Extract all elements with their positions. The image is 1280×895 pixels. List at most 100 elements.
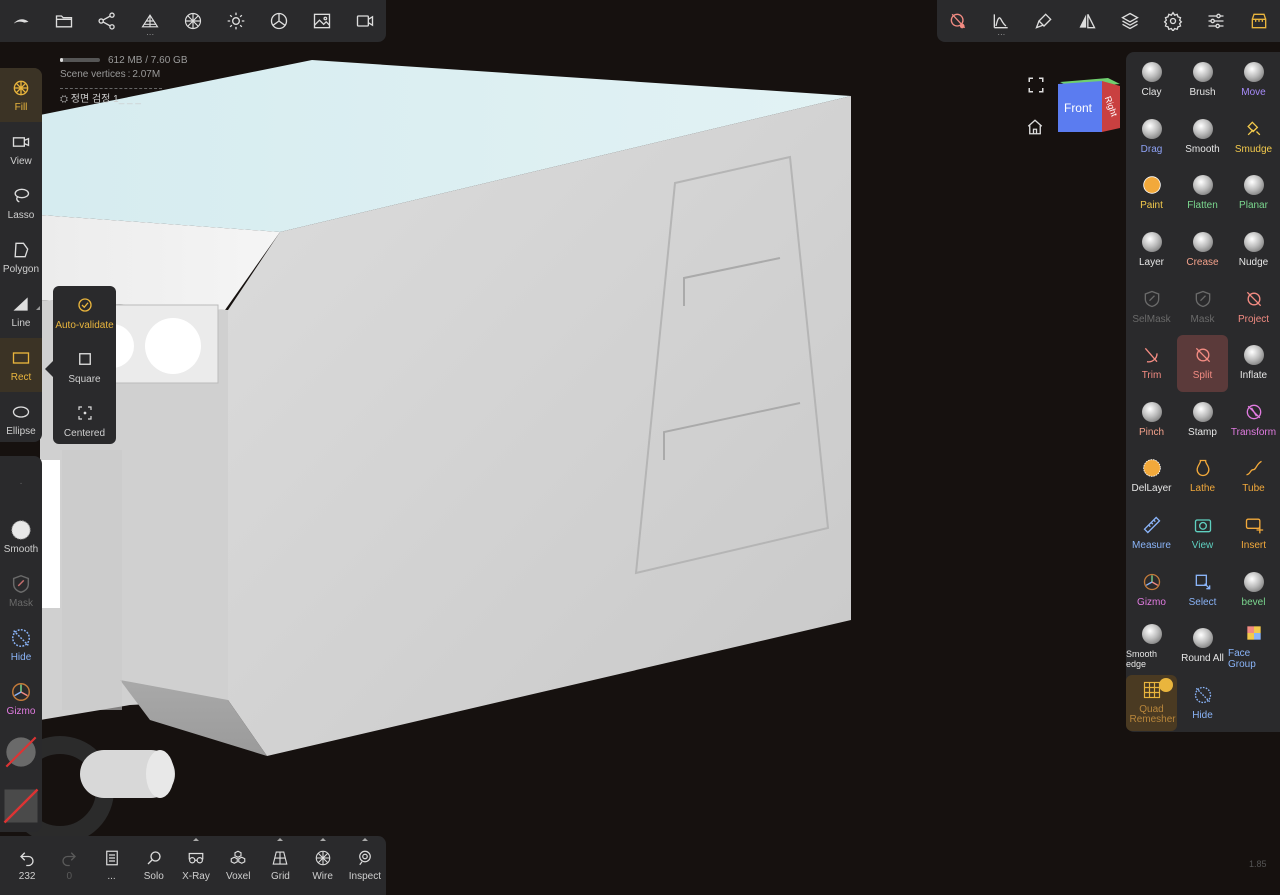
logo-icon[interactable]: [0, 0, 43, 42]
xray-button[interactable]: X-Ray: [175, 837, 217, 894]
solo-button[interactable]: Solo: [133, 838, 175, 894]
quick-smooth[interactable]: Smooth: [0, 510, 42, 564]
layers-icon[interactable]: [1109, 0, 1152, 42]
tool-layer[interactable]: Layer: [1126, 222, 1177, 279]
quick-hide[interactable]: Hide: [0, 618, 42, 672]
popup-caret: [45, 361, 53, 377]
sliders-icon[interactable]: [1194, 0, 1237, 42]
face-group-icon: [1246, 626, 1261, 640]
tool-bevel[interactable]: bevel: [1228, 561, 1279, 618]
tool-lathe[interactable]: Lathe: [1177, 448, 1228, 505]
tool-transform[interactable]: Transform: [1228, 392, 1279, 449]
tool-clay[interactable]: Clay: [1126, 52, 1177, 109]
tool-smooth[interactable]: Smooth: [1177, 109, 1228, 166]
tool-round-all[interactable]: Round All: [1177, 618, 1228, 675]
tool-label: Brush: [1189, 87, 1216, 99]
tool-crease[interactable]: Crease: [1177, 222, 1228, 279]
tool-smudge[interactable]: Smudge: [1228, 109, 1279, 166]
tool-hide[interactable]: Hide: [1177, 675, 1228, 732]
tool-fill[interactable]: Fill: [0, 68, 42, 122]
tool-split[interactable]: Split: [1177, 334, 1228, 392]
settings-gear-icon[interactable]: [1151, 0, 1194, 42]
tool-select[interactable]: Select: [1177, 561, 1228, 618]
tool-drag[interactable]: Drag: [1126, 109, 1177, 166]
3d-viewport[interactable]: [0, 0, 1280, 895]
drag-icon: [1141, 118, 1162, 139]
tool-insert[interactable]: Insert: [1228, 505, 1279, 562]
tool-move[interactable]: Move: [1228, 52, 1279, 109]
tool-grid: Clay Brush Move Drag Smooth Smudge Paint Flatte…: [1126, 52, 1280, 732]
tool-rect[interactable]: Rect: [0, 338, 42, 392]
tool-paint[interactable]: Paint: [1126, 165, 1177, 222]
layer-icon: [1141, 232, 1162, 253]
tool-gizmo[interactable]: Gizmo: [1126, 561, 1177, 618]
multires-icon[interactable]: ···: [129, 0, 172, 42]
auto-validate-toggle[interactable]: Auto-validate: [53, 286, 116, 340]
tool-lasso[interactable]: Lasso: [0, 176, 42, 230]
view-name[interactable]: ⛭ 정면 검정 1_ _ _: [60, 93, 188, 107]
wire-button[interactable]: Wire: [302, 837, 344, 894]
tool-nudge[interactable]: Nudge: [1228, 222, 1279, 279]
tool-trim[interactable]: Trim: [1126, 335, 1177, 392]
tool-view[interactable]: View: [0, 122, 42, 176]
tool-polygon[interactable]: Polygon: [0, 230, 42, 284]
menu-caret: [319, 837, 326, 841]
tool-project[interactable]: Project: [1228, 278, 1279, 335]
tool-inflate[interactable]: Inflate: [1228, 335, 1279, 392]
tool-view[interactable]: View: [1177, 505, 1228, 562]
tool-flatten[interactable]: Flatten: [1177, 165, 1228, 222]
material-icon[interactable]: [257, 0, 300, 42]
page-button[interactable]: ...: [90, 838, 132, 894]
camera-icon: [12, 136, 30, 147]
tool-label: Trim: [1141, 370, 1162, 382]
tool-face-group[interactable]: Face Group: [1228, 618, 1279, 675]
page-icon: [105, 850, 118, 866]
redo-button[interactable]: 0: [48, 838, 90, 894]
home-icon[interactable]: [1026, 118, 1044, 136]
tool-stamp[interactable]: Stamp: [1177, 392, 1228, 449]
inspect-button[interactable]: Inspect: [344, 837, 386, 894]
color-preview[interactable]: [0, 780, 42, 834]
tool-pinch[interactable]: Pinch: [1126, 392, 1177, 449]
tool-tube[interactable]: Tube: [1228, 448, 1279, 505]
material-preview[interactable]: [0, 726, 42, 780]
symmetry-icon[interactable]: [1066, 0, 1109, 42]
tool-brush[interactable]: Brush: [1177, 52, 1228, 109]
smooth-icon: [11, 520, 31, 540]
tool-measure[interactable]: Measure: [1126, 505, 1177, 562]
voxel-button[interactable]: Voxel: [217, 838, 259, 894]
centered-toggle[interactable]: Centered: [53, 394, 116, 448]
shop-icon[interactable]: [1237, 0, 1280, 42]
scene-stats: 612 MB / 7.60 GB Scene vertices : 2.07M …: [60, 54, 188, 107]
tool-split-icon[interactable]: [937, 0, 980, 42]
folder-icon[interactable]: [43, 0, 86, 42]
clay-icon: [1141, 62, 1162, 83]
background-image-icon[interactable]: [300, 0, 343, 42]
light-icon[interactable]: [214, 0, 257, 42]
curve-icon[interactable]: ···: [980, 0, 1023, 42]
quick-mask[interactable]: Mask: [0, 564, 42, 618]
grid-button[interactable]: Grid: [259, 837, 301, 894]
tool-planar[interactable]: Planar: [1228, 165, 1279, 222]
square-toggle[interactable]: Square: [53, 340, 116, 394]
tool-quad-remesher[interactable]: Quad Remesher: [1126, 674, 1177, 732]
tool-ellipse[interactable]: Ellipse: [0, 392, 42, 446]
orientation-cube[interactable]: Front Right: [1056, 76, 1122, 134]
topology-icon[interactable]: [172, 0, 215, 42]
undo-button[interactable]: 232: [6, 838, 48, 894]
fullscreen-icon[interactable]: [1027, 76, 1045, 94]
paint-brush-icon[interactable]: [1023, 0, 1066, 42]
page-label: ...: [107, 871, 116, 882]
video-camera-icon[interactable]: [343, 0, 386, 42]
tool-mask[interactable]: Mask: [1177, 278, 1228, 335]
lathe-icon: [1195, 460, 1210, 477]
tool-label: View: [10, 155, 32, 167]
tool-selmask[interactable]: SelMask: [1126, 278, 1177, 335]
tube-icon: [1245, 461, 1262, 476]
tool-label: Smooth: [3, 544, 39, 555]
scene-graph-icon[interactable]: [86, 0, 129, 42]
tool-line[interactable]: Line: [0, 284, 42, 338]
tool-smooth-edge[interactable]: Smooth edge: [1126, 618, 1177, 675]
quick-gizmo[interactable]: Gizmo: [0, 672, 42, 726]
tool-dellayer[interactable]: DelLayer: [1126, 448, 1177, 505]
